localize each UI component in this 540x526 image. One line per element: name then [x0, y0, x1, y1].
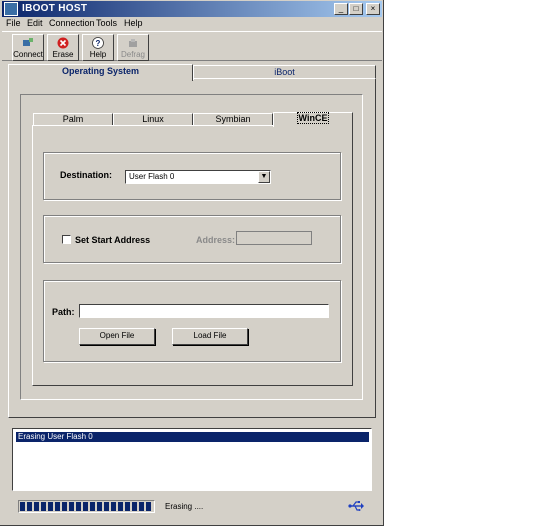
progress-segment — [55, 502, 60, 511]
progress-segment — [41, 502, 46, 511]
progress-segment — [76, 502, 81, 511]
progress-segment — [111, 502, 116, 511]
progress-segment — [132, 502, 137, 511]
tab-operating-system[interactable]: Operating System — [8, 64, 193, 81]
tab-wince-label: WinCE — [296, 112, 330, 124]
connect-icon — [23, 38, 33, 46]
load-file-button[interactable]: Load File — [172, 328, 248, 345]
progress-bar — [18, 500, 155, 513]
defrag-icon — [129, 39, 137, 47]
menu-help[interactable]: Help — [124, 18, 143, 28]
progress-segment — [34, 502, 39, 511]
menu-file[interactable]: File — [6, 18, 21, 28]
log-list[interactable]: Erasing User Flash 0 — [12, 428, 372, 491]
erase-button[interactable]: Erase — [47, 34, 79, 61]
destination-label: Destination: — [60, 170, 113, 180]
progress-segment — [62, 502, 67, 511]
progress-segment — [139, 502, 144, 511]
progress-segment — [146, 502, 151, 511]
progress-segment — [97, 502, 102, 511]
app-window: IBOOT HOST _ □ × File Edit Connection To… — [0, 0, 384, 526]
minimize-button[interactable]: _ — [334, 3, 348, 15]
address-field[interactable] — [236, 231, 312, 245]
progress-segment — [125, 502, 130, 511]
tab-wince[interactable]: WinCE — [273, 112, 353, 127]
progress-segment — [104, 502, 109, 511]
svg-text:?: ? — [96, 39, 101, 48]
connect-button[interactable]: Connect — [12, 34, 44, 61]
progress-segment — [69, 502, 74, 511]
erase-label: Erase — [52, 50, 74, 59]
usb-icon — [348, 501, 364, 511]
toolbar: Connect Erase ? Help Defrag — [2, 31, 382, 61]
progress-segment — [118, 502, 123, 511]
progress-segment — [20, 502, 25, 511]
defrag-label: Defrag — [120, 50, 145, 59]
connect-label: Connect — [13, 50, 43, 59]
chevron-down-icon[interactable]: ▼ — [258, 171, 270, 183]
progress-segment — [27, 502, 32, 511]
menu-edit[interactable]: Edit — [27, 18, 43, 28]
set-start-address-checkbox[interactable] — [62, 235, 71, 244]
status-bar: Erasing .... — [10, 497, 374, 517]
title-bar[interactable]: IBOOT HOST _ □ × — [2, 1, 382, 17]
menu-tools[interactable]: Tools — [96, 18, 117, 28]
status-text: Erasing .... — [165, 502, 204, 511]
help-icon: ? — [92, 37, 104, 49]
window-title: IBOOT HOST — [22, 3, 88, 14]
log-entry[interactable]: Erasing User Flash 0 — [16, 432, 369, 442]
help-button[interactable]: ? Help — [82, 34, 114, 61]
path-label: Path: — [52, 307, 75, 317]
path-group — [43, 280, 341, 362]
set-start-address-label: Set Start Address — [75, 235, 151, 245]
progress-segment — [90, 502, 95, 511]
destination-value: User Flash 0 — [129, 172, 175, 181]
menu-bar: File Edit Connection Tools Help — [2, 17, 382, 29]
maximize-button[interactable]: □ — [349, 3, 363, 15]
defrag-button[interactable]: Defrag — [117, 34, 149, 61]
menu-connection[interactable]: Connection — [49, 18, 95, 28]
erase-icon — [57, 37, 69, 49]
close-button[interactable]: × — [366, 3, 380, 15]
help-label: Help — [89, 50, 107, 59]
path-field[interactable] — [79, 304, 329, 318]
app-icon — [4, 2, 18, 16]
progress-segment — [83, 502, 88, 511]
address-label: Address: — [196, 235, 236, 245]
progress-segment — [48, 502, 53, 511]
destination-select[interactable]: User Flash 0 ▼ — [125, 170, 271, 184]
open-file-button[interactable]: Open File — [79, 328, 155, 345]
